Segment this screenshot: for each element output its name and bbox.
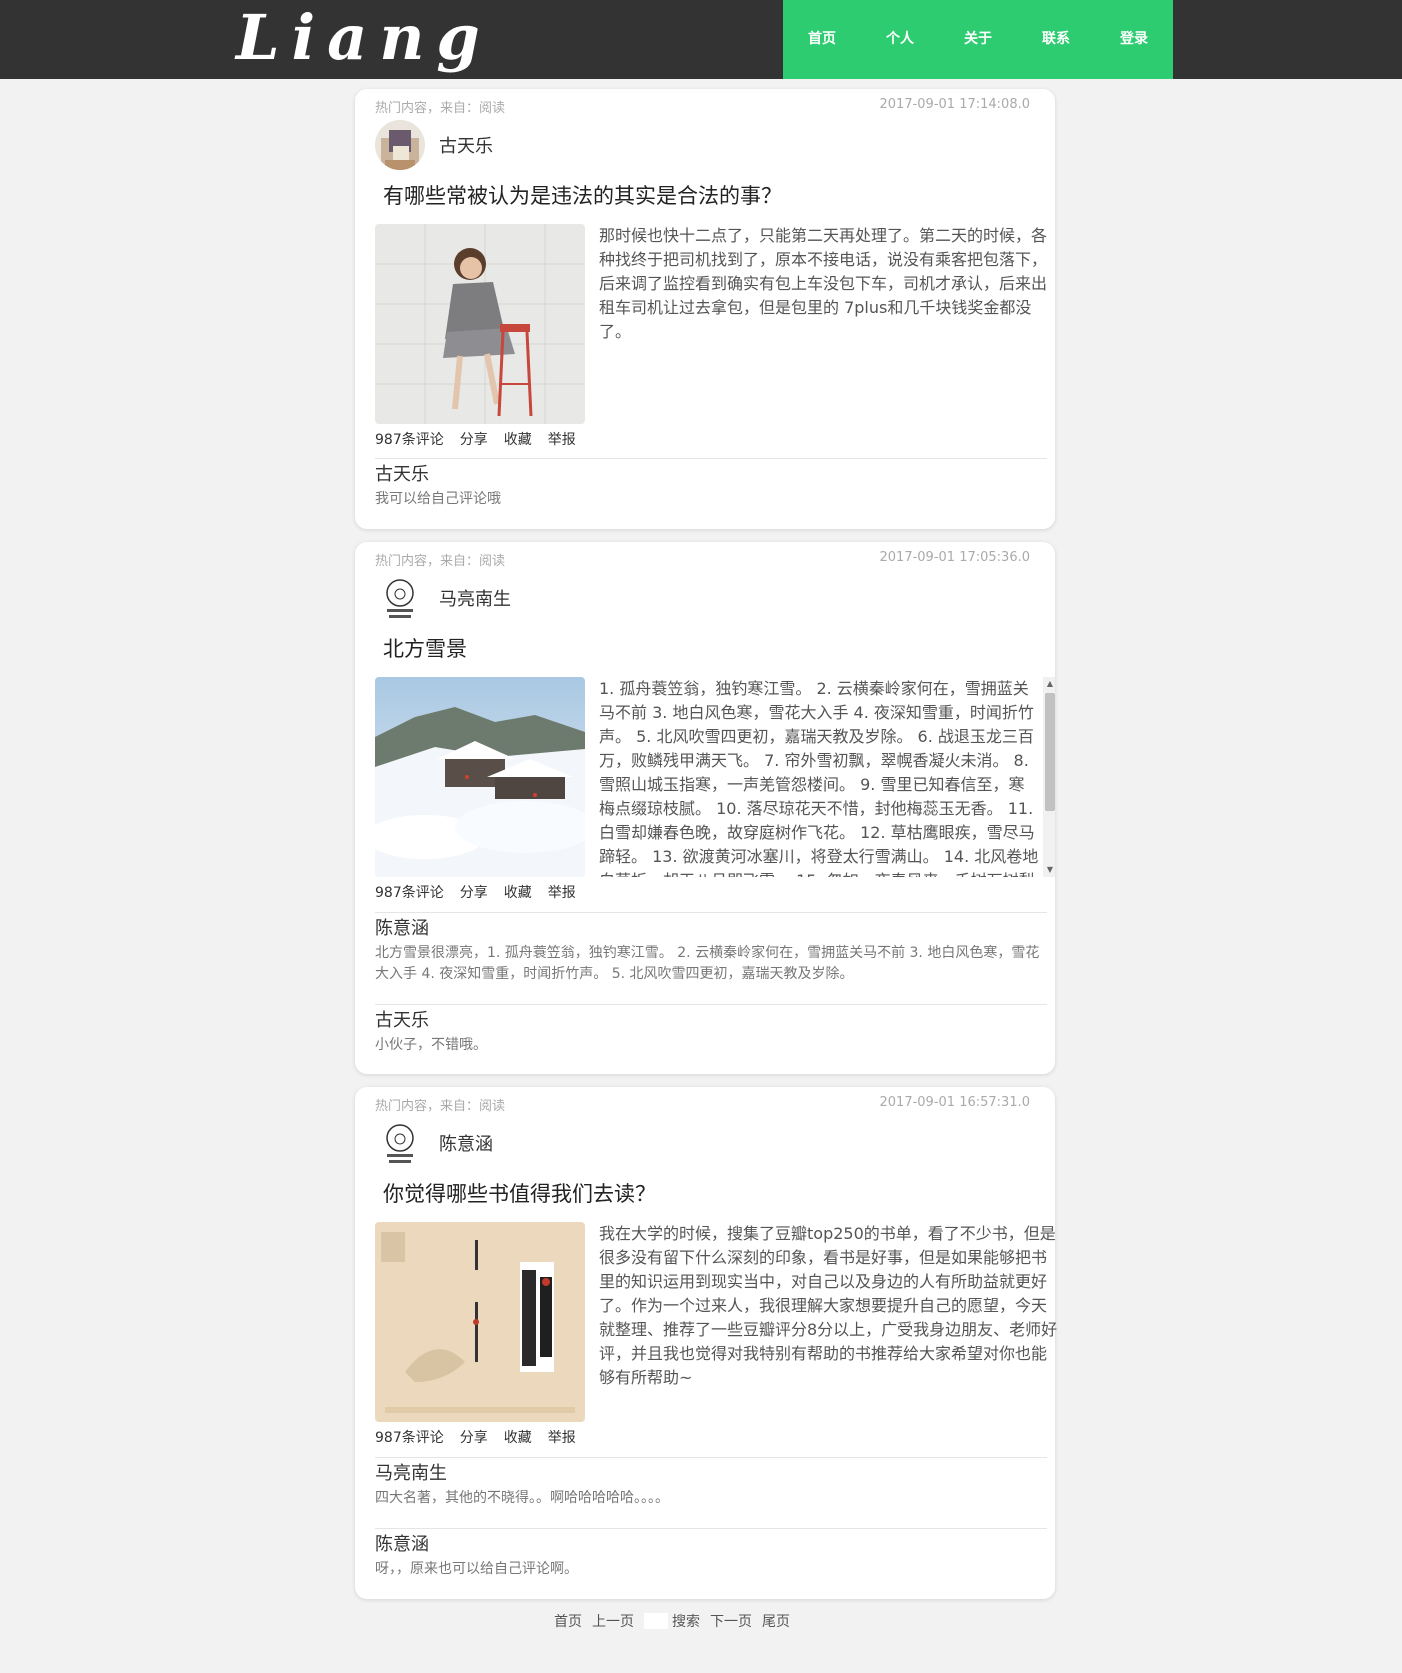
post-thumbnail[interactable]: [375, 1222, 585, 1422]
top-header: Liang 首页 个人 关于 联系 登录: [0, 0, 1402, 79]
share-link[interactable]: 分享: [460, 1427, 488, 1447]
prev-page-link[interactable]: 上一页: [592, 1611, 634, 1631]
comment-text: 呀，，原来也可以给自己评论啊。: [375, 1561, 578, 1577]
comment-text: 小伙子，不错哦。: [375, 1037, 487, 1053]
post-thumbnail[interactable]: [375, 224, 585, 424]
pagination: 首页 上一页 搜索 下一页 尾页: [554, 1611, 800, 1631]
nav-item-login[interactable]: 登录: [1095, 0, 1173, 79]
main-nav: 首页 个人 关于 联系 登录: [783, 0, 1173, 79]
comments-count-link[interactable]: 987条评论: [375, 1427, 444, 1447]
comment-text: 四大名著，其他的不晓得。。啊哈哈哈哈哈。。。。: [375, 1490, 669, 1506]
page-number-input[interactable]: [644, 1613, 668, 1629]
post-time: 2017-09-01 17:05:36.0: [879, 550, 1030, 565]
comment-item: 陈意涵 呀，，原来也可以给自己评论啊。: [375, 1528, 1047, 1580]
post-excerpt[interactable]: 1. 孤舟蓑笠翁，独钓寒江雪。 2. 云横秦岭家何在，雪拥蓝关马不前 3. 地白…: [599, 677, 1055, 877]
favorite-link[interactable]: 收藏: [504, 429, 532, 449]
scrollbar-thumb[interactable]: [1045, 693, 1055, 811]
excerpt-scrollbar[interactable]: ▲ ▼: [1043, 677, 1055, 877]
post-excerpt: 那时候也快十二点了，只能第二天再处理了。第二天的时候，各种找终于把司机找到了，原…: [599, 226, 1048, 341]
nav-item-home[interactable]: 首页: [783, 0, 861, 79]
post-author[interactable]: 古天乐: [375, 119, 493, 171]
post-title[interactable]: 北方雪景: [383, 633, 467, 663]
post-card: 热门内容，来自：阅读 2017-09-01 16:57:31.0 陈意涵 你觉得…: [355, 1087, 1057, 1599]
post-actions: 987条评论 分享 收藏 举报: [375, 1427, 592, 1447]
next-page-link[interactable]: 下一页: [710, 1611, 752, 1631]
nav-item-contact[interactable]: 联系: [1017, 0, 1095, 79]
author-name[interactable]: 马亮南生: [439, 585, 511, 611]
author-name[interactable]: 古天乐: [439, 132, 493, 158]
post-meta: 热门内容，来自：阅读 2017-09-01 17:14:08.0: [375, 97, 1030, 116]
comment-author[interactable]: 陈意涵: [375, 1533, 1047, 1557]
comments-count-link[interactable]: 987条评论: [375, 882, 444, 902]
post-source: 热门内容，来自：阅读: [375, 554, 506, 569]
search-page-button[interactable]: 搜索: [672, 1611, 700, 1631]
author-avatar[interactable]: [375, 573, 425, 623]
nav-item-about[interactable]: 关于: [939, 0, 1017, 79]
comment-author[interactable]: 古天乐: [375, 463, 1047, 487]
author-name[interactable]: 陈意涵: [439, 1130, 493, 1156]
share-link[interactable]: 分享: [460, 882, 488, 902]
post-source: 热门内容，来自：阅读: [375, 101, 506, 116]
post-meta: 热门内容，来自：阅读 2017-09-01 16:57:31.0: [375, 1095, 1030, 1114]
comment-item: 古天乐 我可以给自己评论哦: [375, 458, 1047, 510]
post-actions: 987条评论 分享 收藏 举报: [375, 429, 592, 449]
comments-count-link[interactable]: 987条评论: [375, 429, 444, 449]
favorite-link[interactable]: 收藏: [504, 882, 532, 902]
comment-item: 古天乐 小伙子，不错哦。: [375, 1004, 1047, 1056]
comment-author[interactable]: 马亮南生: [375, 1462, 1047, 1486]
comment-text: 北方雪景很漂亮，1. 孤舟蓑笠翁，独钓寒江雪。 2. 云横秦岭家何在，雪拥蓝关马…: [375, 945, 1040, 982]
post-title[interactable]: 你觉得哪些书值得我们去读？: [383, 1178, 656, 1208]
scroll-down-icon[interactable]: ▼: [1043, 863, 1055, 877]
post-time: 2017-09-01 17:14:08.0: [879, 97, 1030, 112]
comment-author[interactable]: 古天乐: [375, 1009, 1047, 1033]
post-excerpt-text: 1. 孤舟蓑笠翁，独钓寒江雪。 2. 云横秦岭家何在，雪拥蓝关马不前 3. 地白…: [599, 679, 1039, 877]
share-link[interactable]: 分享: [460, 429, 488, 449]
post-author[interactable]: 马亮南生: [375, 572, 511, 624]
comment-item: 马亮南生 四大名著，其他的不晓得。。啊哈哈哈哈哈。。。。: [375, 1457, 1047, 1509]
post-thumbnail[interactable]: [375, 677, 585, 877]
favorite-link[interactable]: 收藏: [504, 1427, 532, 1447]
report-link[interactable]: 举报: [548, 429, 576, 449]
post-card: 热门内容，来自：阅读 2017-09-01 17:05:36.0 马亮南生 北方…: [355, 542, 1055, 1074]
scroll-up-icon[interactable]: ▲: [1043, 677, 1055, 691]
post-title[interactable]: 有哪些常被认为是违法的其实是合法的事？: [383, 180, 782, 210]
comment-author[interactable]: 陈意涵: [375, 917, 1047, 941]
post-author[interactable]: 陈意涵: [375, 1117, 493, 1169]
post-card: 热门内容，来自：阅读 2017-09-01 17:14:08.0 古天乐 有哪些…: [355, 89, 1055, 529]
post-meta: 热门内容，来自：阅读 2017-09-01 17:05:36.0: [375, 550, 1030, 569]
author-avatar[interactable]: [375, 120, 425, 170]
site-logo[interactable]: Liang: [236, 0, 492, 79]
first-page-link[interactable]: 首页: [554, 1611, 582, 1631]
comment-item: 陈意涵 北方雪景很漂亮，1. 孤舟蓑笠翁，独钓寒江雪。 2. 云横秦岭家何在，雪…: [375, 912, 1047, 985]
report-link[interactable]: 举报: [548, 1427, 576, 1447]
nav-item-profile[interactable]: 个人: [861, 0, 939, 79]
post-source: 热门内容，来自：阅读: [375, 1099, 506, 1114]
comment-text: 我可以给自己评论哦: [375, 491, 501, 507]
post-excerpt: 我在大学的时候，搜集了豆瓣top250的书单，看了不少书，但是很多没有留下什么深…: [599, 1224, 1058, 1387]
last-page-link[interactable]: 尾页: [762, 1611, 790, 1631]
report-link[interactable]: 举报: [548, 882, 576, 902]
post-actions: 987条评论 分享 收藏 举报: [375, 882, 592, 902]
post-time: 2017-09-01 16:57:31.0: [879, 1095, 1030, 1110]
author-avatar[interactable]: [375, 1118, 425, 1168]
